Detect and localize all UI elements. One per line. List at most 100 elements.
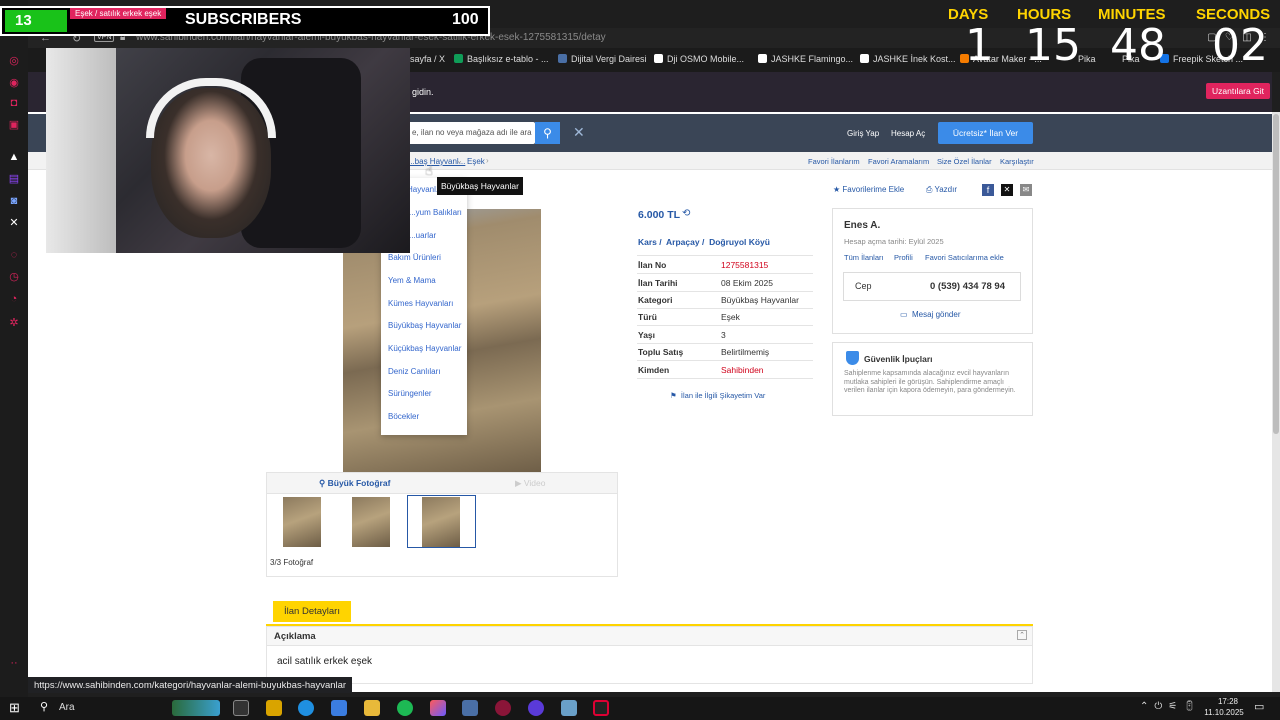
description-header: Açıklama ⌃ <box>266 626 1033 646</box>
complaint-link[interactable]: ⚑ İlan ile İlgili Şikayetim Var <box>670 391 765 400</box>
bookmark[interactable]: Başlıksız e-tablo - ... <box>454 54 549 64</box>
phone-number[interactable]: 0 (539) 434 78 94 <box>930 281 1005 292</box>
history-icon[interactable]: ⟲ <box>682 208 690 219</box>
dropdown-item[interactable]: Bakım Ürünleri <box>388 253 441 262</box>
detail-key: Yaşı <box>638 330 656 340</box>
thumbnail[interactable] <box>422 497 460 547</box>
store-icon[interactable] <box>331 700 347 716</box>
dropdown-item[interactable]: ...yum Balıkları <box>409 208 462 217</box>
subnav-link[interactable]: Size Özel İlanlar <box>937 157 992 166</box>
clock-icon[interactable]: ◷ <box>7 270 21 284</box>
scrollbar-thumb[interactable] <box>1273 114 1279 434</box>
player-icon[interactable]: ◌ <box>7 248 21 262</box>
subnav-link[interactable]: Favori Aramalarım <box>868 157 929 166</box>
location-district[interactable]: Arpaçay <box>666 237 700 247</box>
seller-all-ads[interactable]: Tüm İlanları <box>844 253 884 262</box>
bookmark-label: JASHKE İnek Kost... <box>873 54 956 64</box>
divider <box>637 255 813 256</box>
detail-value: Büyükbaş Hayvanlar <box>721 295 799 305</box>
location-village[interactable]: Doğruyol Köyü <box>709 237 770 247</box>
x-icon[interactable]: ✕ <box>7 216 21 230</box>
notification-icon[interactable]: ▭ <box>1254 700 1264 713</box>
favorite-add-link[interactable]: ★ Favorilerime Ekle <box>833 185 904 194</box>
dropdown-item[interactable]: Kümes Hayvanları <box>388 299 453 308</box>
bookmark[interactable]: JASHKE İnek Kost... <box>860 54 956 64</box>
search-placeholder: e, ilan no veya mağaza adı ile ara <box>412 128 532 137</box>
minutes-value: 48 <box>1110 20 1166 71</box>
amazon-icon <box>654 54 663 63</box>
explorer-icon[interactable] <box>364 700 380 716</box>
opera-icon[interactable] <box>495 700 511 716</box>
tray-icons[interactable]: ⌃⏻⚟🔋︎ <box>1140 701 1202 712</box>
instagram-blue-icon[interactable]: ◙ <box>7 194 21 208</box>
dropdown-item[interactable]: Sürüngenler <box>388 389 432 398</box>
search-input[interactable]: e, ilan no veya mağaza adı ile ara <box>408 122 535 144</box>
clock-time[interactable]: 17:28 <box>1208 697 1248 706</box>
subnav-link[interactable]: Favori İlanlarım <box>808 157 860 166</box>
seller-favorite[interactable]: Favori Satıcılarıma ekle <box>925 253 1004 262</box>
divider <box>637 325 813 326</box>
app-icon[interactable] <box>462 700 478 716</box>
task-view-icon[interactable] <box>233 700 249 716</box>
extensions-button[interactable]: Uzantılara Git <box>1206 83 1270 99</box>
subnav-link[interactable]: Karşılaştır <box>1000 157 1034 166</box>
photo-count: 3/3 Fotoğraf <box>270 558 314 567</box>
chevron-right-icon: › <box>486 156 489 165</box>
seller-profile[interactable]: Profili <box>894 253 913 262</box>
dropdown-item[interactable]: Küçükbaş Hayvanlar <box>388 344 461 353</box>
thumbnail[interactable] <box>352 497 390 547</box>
tab-ad-details[interactable]: İlan Detayları <box>273 601 351 622</box>
dropdown-item[interactable]: Yem & Mama <box>388 276 436 285</box>
windows-start-icon[interactable]: ⊞ <box>9 700 20 716</box>
bookmark[interactable]: JASHKE Flamingo... <box>758 54 853 64</box>
settings-icon[interactable]: ✲ <box>7 316 21 330</box>
more-icon[interactable]: ·· <box>7 656 21 670</box>
opera-icon[interactable]: ◎ <box>7 54 21 68</box>
seller-name: Enes A. <box>844 220 881 231</box>
dropdown-item[interactable]: ...uarlar <box>409 231 436 240</box>
app-icon[interactable] <box>561 700 577 716</box>
login-link[interactable]: Giriş Yap <box>847 129 879 138</box>
star-icon: ★ <box>833 185 841 194</box>
bookmark[interactable]: sayfa / X <box>410 54 445 64</box>
video-button[interactable]: ▶ Video <box>515 478 546 489</box>
bookmark[interactable]: Dijital Vergi Dairesi <box>558 54 647 64</box>
discord-icon[interactable] <box>528 700 544 716</box>
bookmark[interactable]: Dji OSMO Mobile... <box>654 54 744 64</box>
search-icon[interactable]: ⚲ <box>40 700 48 713</box>
dropdown-item[interactable]: Büyükbaş Hayvanlar <box>388 321 461 330</box>
search-button[interactable]: ⚲ <box>535 122 560 144</box>
dropdown-item[interactable]: Böcekler <box>388 412 419 421</box>
flag-icon: ⚑ <box>670 391 677 400</box>
twitch-icon[interactable]: ▤ <box>7 172 21 186</box>
app-icon[interactable] <box>266 700 282 716</box>
register-link[interactable]: Hesap Aç <box>891 129 925 138</box>
taskbar-search[interactable]: Ara <box>59 702 75 713</box>
chat-icon[interactable]: ▣ <box>7 118 21 132</box>
breadcrumb-item[interactable]: Eşek <box>467 157 485 166</box>
messenger-icon[interactable]: ◉ <box>7 76 21 90</box>
mail-icon[interactable]: ✉ <box>1020 184 1032 196</box>
bulb-icon[interactable]: ◔ <box>7 292 21 306</box>
collapse-icon[interactable]: ⌃ <box>1017 630 1027 640</box>
message-button[interactable]: ▭ Mesaj gönder <box>900 310 961 319</box>
search-icon: ⚲ <box>543 126 552 140</box>
thumbnail[interactable] <box>283 497 321 547</box>
dropdown-item[interactable]: Deniz Canlıları <box>388 367 440 376</box>
close-search-icon[interactable]: ✕ <box>573 124 585 141</box>
big-photo-button[interactable]: ⚲ Büyük Fotoğraf <box>319 478 390 489</box>
clock-date[interactable]: 11.10.2025 <box>1200 708 1248 717</box>
complaint-label: İlan ile İlgili Şikayetim Var <box>680 391 766 400</box>
instagram-icon[interactable]: ◘ <box>7 96 21 110</box>
post-ad-button[interactable]: Ücretsiz* İlan Ver <box>938 122 1033 144</box>
ai-icon[interactable]: ▲ <box>7 150 21 164</box>
facebook-icon[interactable]: f <box>982 184 994 196</box>
location-city[interactable]: Kars <box>638 237 657 247</box>
x-share-icon[interactable]: ✕ <box>1001 184 1013 196</box>
figma-icon[interactable] <box>430 700 446 716</box>
edge-icon[interactable] <box>298 700 314 716</box>
search-highlight-icon[interactable] <box>172 700 220 716</box>
spotify-icon[interactable] <box>397 700 413 716</box>
print-link[interactable]: ⎙ Yazdır <box>926 185 957 195</box>
obs-icon[interactable] <box>593 700 609 716</box>
